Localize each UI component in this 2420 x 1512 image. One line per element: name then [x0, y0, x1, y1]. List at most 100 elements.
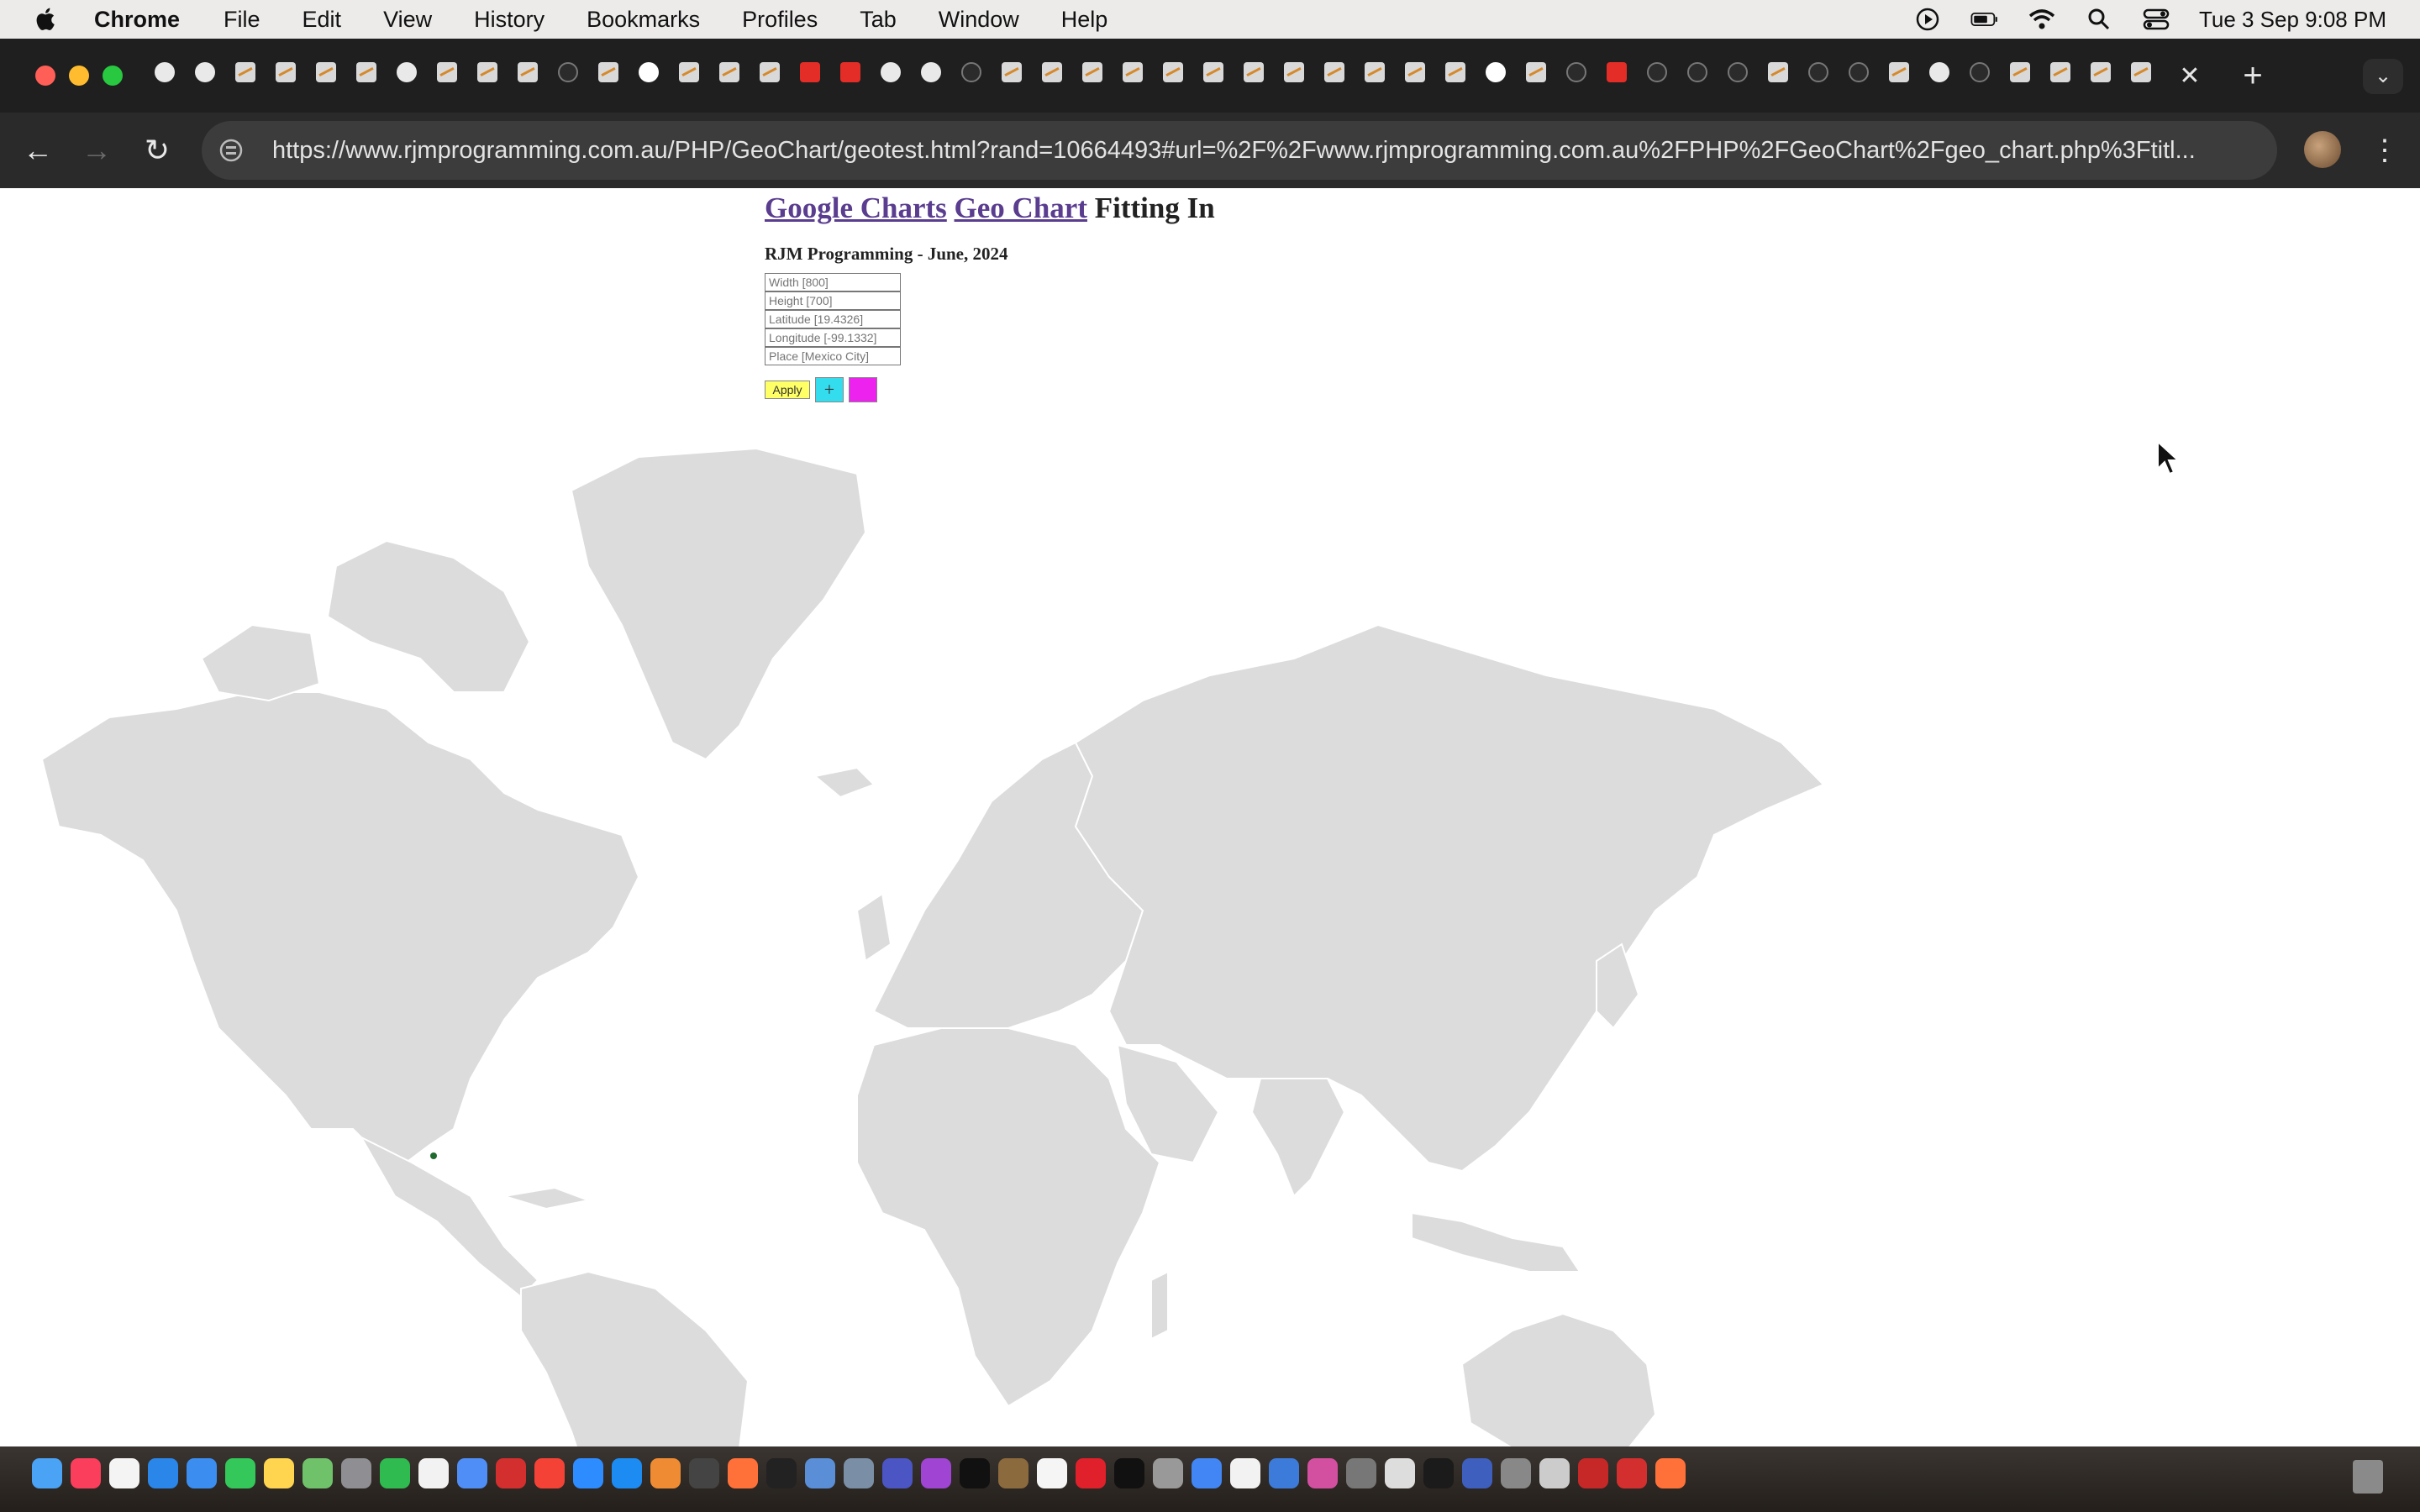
tab-favicon-icon[interactable]: [155, 62, 175, 82]
control-center-icon[interactable]: [2142, 8, 2170, 31]
youtube-favicon-icon[interactable]: [840, 62, 860, 82]
launchpad-icon[interactable]: [341, 1458, 371, 1488]
tab-favicon-icon[interactable]: [316, 62, 336, 82]
new-tab-button[interactable]: +: [2235, 59, 2270, 94]
menu-help[interactable]: Help: [1061, 7, 1108, 33]
document-icon[interactable]: [1230, 1458, 1260, 1488]
menu-file[interactable]: File: [224, 7, 260, 33]
tab-favicon-icon[interactable]: [679, 62, 699, 82]
site-info-icon[interactable]: [218, 138, 244, 163]
app-icon[interactable]: [1269, 1458, 1299, 1488]
tab-favicon-icon[interactable]: [1849, 62, 1869, 82]
tab-favicon-icon[interactable]: [477, 62, 497, 82]
mail-icon[interactable]: [187, 1458, 217, 1488]
maps-icon[interactable]: [302, 1458, 333, 1488]
google-favicon-icon[interactable]: [1486, 62, 1506, 82]
terminal-icon[interactable]: [960, 1458, 990, 1488]
tab-favicon-icon[interactable]: [1445, 62, 1465, 82]
forward-button[interactable]: →: [76, 129, 118, 171]
tab-favicon-icon[interactable]: [1365, 62, 1385, 82]
firefox-icon[interactable]: [728, 1458, 758, 1488]
tab-favicon-icon[interactable]: [2050, 62, 2070, 82]
tab-favicon-icon[interactable]: [1970, 62, 1990, 82]
opera-icon[interactable]: [1076, 1458, 1106, 1488]
back-button[interactable]: ←: [17, 129, 59, 171]
photos-icon[interactable]: [457, 1458, 487, 1488]
tab-favicon-icon[interactable]: [1002, 62, 1022, 82]
width-input[interactable]: [765, 273, 901, 291]
battery-icon[interactable]: [1970, 8, 1999, 31]
app-icon[interactable]: [1501, 1458, 1531, 1488]
wifi-icon[interactable]: [2028, 8, 2056, 31]
tab-favicon-icon[interactable]: [1647, 62, 1667, 82]
arctic-islands-region[interactable]: [326, 539, 531, 693]
url-text[interactable]: https://www.rjmprogramming.com.au/PHP/Ge…: [272, 137, 2264, 165]
tab-favicon-icon[interactable]: [518, 62, 538, 82]
tab-favicon-icon[interactable]: [1526, 62, 1546, 82]
tab-favicon-icon[interactable]: [1244, 62, 1264, 82]
menu-edit[interactable]: Edit: [302, 7, 342, 33]
active-tab-favicon-icon[interactable]: [2131, 62, 2151, 82]
tab-favicon-icon[interactable]: [1808, 62, 1828, 82]
app-icon[interactable]: [1307, 1458, 1338, 1488]
tab-favicon-icon[interactable]: [1123, 62, 1143, 82]
menu-app-name[interactable]: Chrome: [94, 7, 180, 33]
tab-favicon-icon[interactable]: [276, 62, 296, 82]
tab-favicon-icon[interactable]: [1284, 62, 1304, 82]
tab-favicon-icon[interactable]: [356, 62, 376, 82]
place-input[interactable]: [765, 347, 901, 365]
preview-icon[interactable]: [689, 1458, 719, 1488]
longitude-input[interactable]: [765, 328, 901, 347]
firefox-icon[interactable]: [1655, 1458, 1686, 1488]
height-input[interactable]: [765, 291, 901, 310]
arctic-islands-region[interactable]: [200, 623, 321, 702]
world-geo-chart[interactable]: [34, 440, 1849, 1446]
tab-favicon-icon[interactable]: [921, 62, 941, 82]
google-favicon-icon[interactable]: [639, 62, 659, 82]
iceland-region[interactable]: [813, 766, 876, 799]
window-minimize-button[interactable]: [69, 66, 89, 86]
tab-favicon-icon[interactable]: [1324, 62, 1344, 82]
tab-favicon-icon[interactable]: [961, 62, 981, 82]
app-icon[interactable]: [1385, 1458, 1415, 1488]
tab-favicon-icon[interactable]: [1728, 62, 1748, 82]
app-icon[interactable]: [1423, 1458, 1454, 1488]
geo-chart-link[interactable]: Geo Chart: [955, 192, 1087, 224]
bbedit-icon[interactable]: [882, 1458, 913, 1488]
zoom-in-button[interactable]: +: [815, 377, 844, 402]
apply-button[interactable]: Apply: [765, 381, 810, 399]
apple-logo-icon[interactable]: [32, 5, 60, 34]
tab-favicon-icon[interactable]: [1082, 62, 1102, 82]
zoom-out-button[interactable]: [849, 377, 877, 402]
menu-window[interactable]: Window: [939, 7, 1019, 33]
south-america-region[interactable]: [520, 1270, 750, 1446]
tab-favicon-icon[interactable]: [598, 62, 618, 82]
app-store-icon[interactable]: [612, 1458, 642, 1488]
messages-icon[interactable]: [225, 1458, 255, 1488]
textedit-icon[interactable]: [418, 1458, 449, 1488]
gmail-favicon-icon[interactable]: [800, 62, 820, 82]
play-icon[interactable]: [1913, 8, 1942, 31]
tab-favicon-icon[interactable]: [719, 62, 739, 82]
tab-favicon-icon[interactable]: [1163, 62, 1183, 82]
xcode-icon[interactable]: [805, 1458, 835, 1488]
madagascar-region[interactable]: [1150, 1270, 1169, 1341]
pdf-icon[interactable]: [1617, 1458, 1647, 1488]
news-icon[interactable]: [534, 1458, 565, 1488]
menu-bookmarks[interactable]: Bookmarks: [587, 7, 700, 33]
system-settings-icon[interactable]: [1346, 1458, 1376, 1488]
caribbean-region[interactable]: [503, 1186, 592, 1210]
tab-favicon-icon[interactable]: [1687, 62, 1707, 82]
spotlight-search-icon[interactable]: [2085, 8, 2113, 31]
menu-tab[interactable]: Tab: [860, 7, 897, 33]
australia-region[interactable]: [1460, 1312, 1657, 1446]
tab-favicon-icon[interactable]: [1042, 62, 1062, 82]
tab-favicon-icon[interactable]: [1566, 62, 1586, 82]
notes-icon[interactable]: [264, 1458, 294, 1488]
dictionary-icon[interactable]: [1578, 1458, 1608, 1488]
menubar-clock[interactable]: Tue 3 Sep 9:08 PM: [2199, 7, 2386, 33]
tab-favicon-icon[interactable]: [558, 62, 578, 82]
wikipedia-favicon-icon[interactable]: [1929, 62, 1949, 82]
window-zoom-button[interactable]: [103, 66, 123, 86]
map-marker-mexico-city[interactable]: [430, 1152, 437, 1159]
